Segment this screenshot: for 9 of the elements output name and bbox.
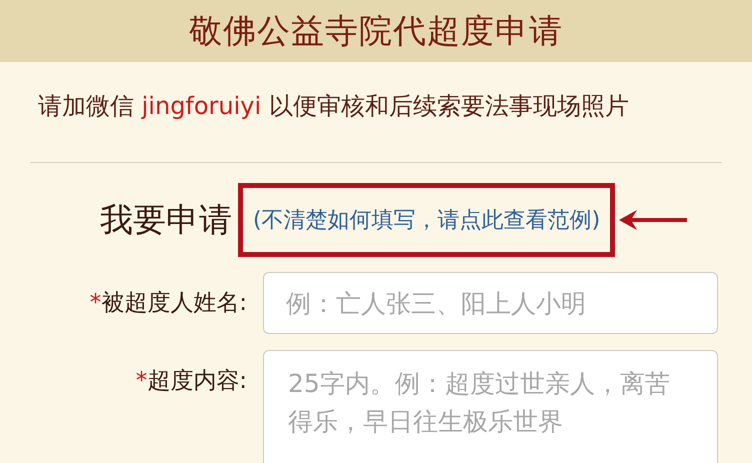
example-link[interactable]: (不清楚如何填写，请点此查看范例) [253,205,600,235]
field-label: *被超度人姓名: [90,289,247,318]
field-label: *超度内容: [136,367,247,396]
wechat-notice: 请加微信 jingforuiyi 以便审核和后续索要法事现场照片 [38,91,630,122]
text-field[interactable]: 例：亡人张三、阳上人小明 [263,272,718,334]
section-heading: 我要申请 [100,198,232,240]
text-area[interactable]: 25字内。例：超度过世亲人，离苦得乐，早日往生极乐世界 [263,350,718,463]
arrow-icon [619,208,688,232]
page-title: 敬佛公益寺院代超度申请 [189,10,563,52]
